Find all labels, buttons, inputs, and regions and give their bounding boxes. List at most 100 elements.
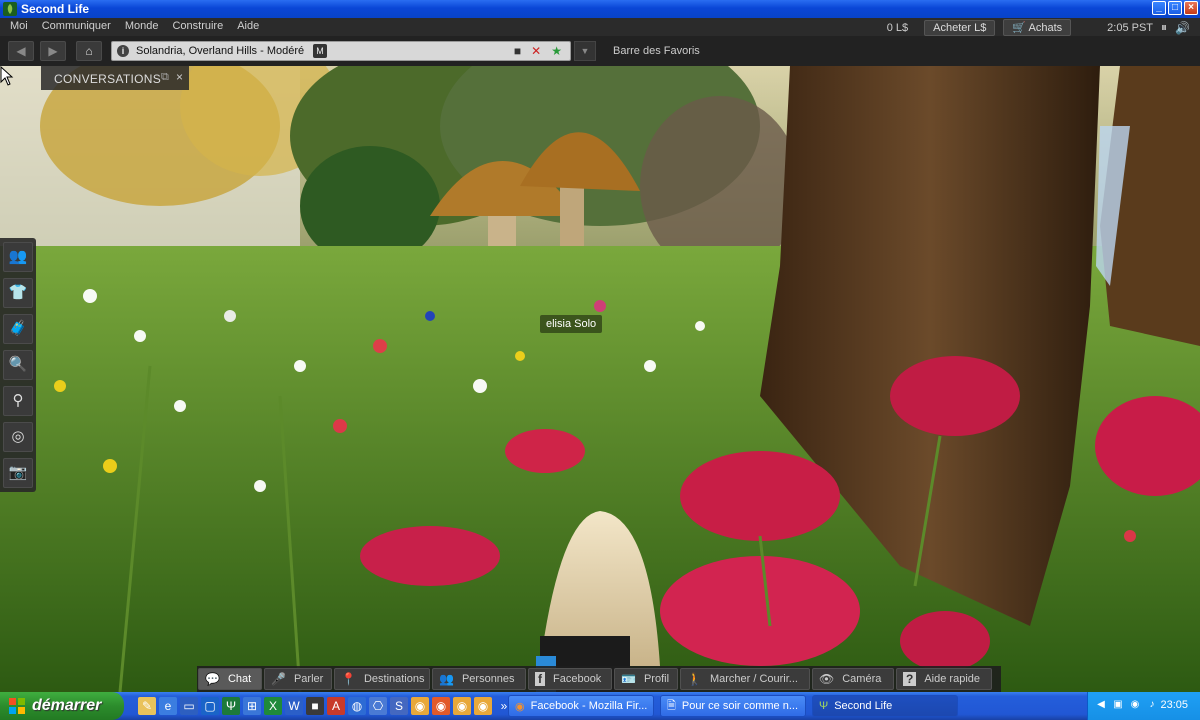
location-history-dropdown[interactable]: ▼ — [574, 41, 596, 61]
facebook-label: Facebook — [553, 673, 602, 685]
walk-run-button[interactable]: 🚶 Marcher / Courir... — [680, 668, 810, 690]
window-title-bar: Second Life _ □ × — [0, 0, 1200, 18]
camera-button[interactable]: 👁 Caméra — [812, 668, 894, 690]
buy-linden-button[interactable]: Acheter L$ — [924, 19, 996, 36]
menu-build[interactable]: Construire — [172, 20, 223, 32]
acrobat-icon[interactable]: A — [327, 697, 345, 715]
chat-button[interactable]: 💬 Chat — [198, 668, 262, 690]
info-icon[interactable]: i — [117, 45, 129, 57]
chevron-down-icon: ▼ — [580, 46, 590, 56]
detach-icon[interactable]: ⧉ — [161, 71, 169, 84]
tray-security-icon[interactable]: ◉ — [1128, 698, 1142, 712]
facebook-icon: f — [535, 672, 545, 686]
appearance-button[interactable]: 👕 — [3, 278, 33, 308]
destinations-button[interactable]: 📍 Destinations — [334, 668, 430, 690]
menu-world[interactable]: Monde — [125, 20, 159, 32]
volume-icon[interactable]: 🔊 — [1175, 21, 1190, 35]
conversations-tab[interactable]: CONVERSATIONS ⧉ × — [41, 66, 189, 90]
menu-me[interactable]: Moi — [10, 20, 28, 32]
search-button[interactable]: 🔍 — [3, 350, 33, 380]
globe-icon[interactable]: ◍ — [348, 697, 366, 715]
menu-help[interactable]: Aide — [237, 20, 259, 32]
location-bar[interactable]: i Solandria, Overland Hills - Modéré M ■… — [111, 41, 571, 61]
tray-volume-icon[interactable]: ♪ — [1145, 698, 1159, 712]
profile-button[interactable]: 🪪 Profil — [614, 668, 678, 690]
no-script-icon: ✕ — [531, 44, 542, 58]
chrome-icon-2[interactable]: ◉ — [453, 697, 471, 715]
excel-icon[interactable]: X — [264, 697, 282, 715]
favorite-star-icon[interactable]: ★ — [551, 44, 562, 58]
document-icon: 🗎 — [667, 699, 676, 712]
chat-bubble-icon: 💬 — [205, 672, 220, 686]
close-window-button[interactable]: × — [1184, 1, 1198, 15]
start-label: démarrer — [32, 697, 102, 714]
computer-icon[interactable]: ▢ — [201, 697, 219, 715]
people-toolbar-button[interactable]: 👥 Personnes — [432, 668, 526, 690]
quick-help-button[interactable]: ? Aide rapide — [896, 668, 992, 690]
internet-explorer-icon[interactable]: e — [159, 697, 177, 715]
avatar-name-tag: elisia Solo — [540, 315, 603, 333]
maximize-button[interactable]: □ — [1168, 1, 1182, 15]
destinations-side-button[interactable]: ⚲ — [3, 386, 33, 416]
walk-run-label: Marcher / Courir... — [709, 673, 798, 685]
quick-launch: ✎ e ▭ ▢ Ψ ⊞ X W ■ A ◍ ⎔ S ◉ ◉ ◉ ◉ » — [138, 697, 513, 715]
forward-button[interactable]: ▶ — [40, 41, 66, 61]
profile-label: Profil — [643, 673, 670, 685]
people-label: Personnes — [461, 673, 515, 685]
chrome-icon[interactable]: ◉ — [411, 697, 429, 715]
menu-bar: Moi Communiquer Monde Construire Aide 0 … — [0, 18, 1200, 36]
network-icon[interactable]: ⎔ — [369, 697, 387, 715]
desktop-icon[interactable]: ▭ — [180, 697, 198, 715]
notepad-icon[interactable]: ✎ — [138, 697, 156, 715]
shirt-icon: 👕 — [8, 284, 28, 301]
sl-viewer-icon[interactable]: Ψ — [222, 697, 240, 715]
inventory-button[interactable]: 🧳 — [3, 314, 33, 344]
minimize-button[interactable]: _ — [1152, 1, 1166, 15]
destinations-icon: ⚲ — [12, 392, 24, 409]
inventory-icon: 🧳 — [8, 320, 28, 337]
taskbar-second-life[interactable]: Ψ Second Life — [812, 695, 958, 717]
skype-icon[interactable]: S — [390, 697, 408, 715]
taskbar-document[interactable]: 🗎 Pour ce soir comme n... — [660, 695, 806, 717]
firefox-ql-icon[interactable]: ◉ — [432, 697, 450, 715]
tray-app-icon[interactable]: ▣ — [1111, 698, 1125, 712]
radar-icon: ◎ — [11, 428, 25, 445]
close-icon[interactable]: × — [176, 70, 183, 84]
favorites-bar-label[interactable]: Barre des Favoris — [613, 45, 700, 57]
snapshot-icon: 📷 — [8, 464, 28, 481]
windows-flag-icon — [9, 698, 25, 714]
facebook-button[interactable]: f Facebook — [528, 668, 612, 690]
people-icon: 👥 — [439, 672, 454, 686]
location-text: Solandria, Overland Hills - Modéré — [136, 45, 305, 57]
snapshot-button[interactable]: 📷 — [3, 458, 33, 488]
media-icon[interactable]: ⊞ — [243, 697, 261, 715]
pause-media-icon[interactable]: ⏸ — [1161, 20, 1167, 35]
navigation-bar: ◀ ▶ ⌂ i Solandria, Overland Hills - Modé… — [0, 36, 1200, 66]
word-icon[interactable]: W — [285, 697, 303, 715]
no-build-icon: ■ — [513, 44, 522, 58]
radar-button[interactable]: ◎ — [3, 422, 33, 452]
back-button[interactable]: ◀ — [8, 41, 34, 61]
window-title: Second Life — [21, 2, 90, 16]
tray-expand-icon[interactable]: ◀ — [1094, 698, 1108, 712]
shop-button[interactable]: 🛒 Achats — [1003, 19, 1072, 36]
back-arrow-icon: ◀ — [16, 44, 26, 58]
people-button[interactable]: 👥 — [3, 242, 33, 272]
taskbar-firefox[interactable]: ◉ Facebook - Mozilla Fir... — [508, 695, 654, 717]
start-button[interactable]: démarrer — [0, 692, 124, 720]
destinations-label: Destinations — [363, 673, 425, 685]
world-scene — [0, 66, 1200, 692]
menu-communicate[interactable]: Communiquer — [42, 20, 111, 32]
world-view[interactable]: elisia Solo CONVERSATIONS ⧉ × 👥 👕 🧳 🔍 ⚲ … — [0, 66, 1200, 692]
system-clock: 23:05 — [1160, 699, 1188, 711]
mouse-cursor-icon — [0, 66, 14, 86]
chrome-icon-3[interactable]: ◉ — [474, 697, 492, 715]
firefox-icon: ◉ — [515, 700, 525, 713]
speak-button[interactable]: 🎤 Parler — [264, 668, 332, 690]
taskbar-second-life-label: Second Life — [834, 700, 893, 712]
home-button[interactable]: ⌂ — [76, 41, 102, 61]
microphone-icon: 🎤 — [271, 672, 286, 686]
app-icon[interactable]: ■ — [306, 697, 324, 715]
sl-clock: 2:05 PST — [1107, 21, 1154, 34]
speak-label: Parler — [293, 673, 324, 685]
